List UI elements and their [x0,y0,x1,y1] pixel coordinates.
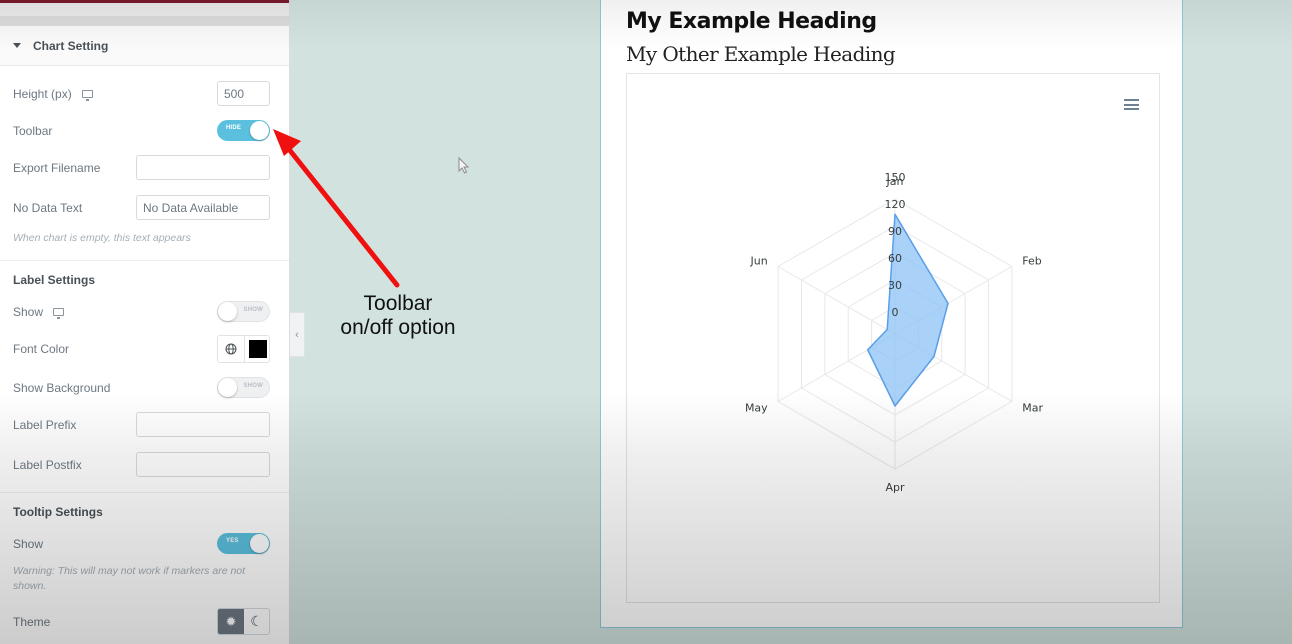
preview-card: My Example Heading My Other Example Head… [600,0,1183,628]
grid-spoke [777,266,896,335]
category-label: Jan [886,175,904,188]
mouse-cursor-icon [458,157,470,174]
category-label: Feb [1022,255,1041,268]
arrow-head [273,129,301,156]
annotation-line-2: on/off option [340,316,456,339]
y-tick-label: 120 [885,198,906,211]
series-area [866,213,949,407]
category-label: Mar [1022,402,1043,415]
category-label: Jun [750,255,768,268]
annotation-line-1: Toolbar [363,292,433,315]
other-example-heading: My Other Example Heading [626,42,896,66]
arrow-shaft [285,145,400,288]
hamburger-menu-icon[interactable] [1124,99,1139,110]
y-tick-label: 60 [888,252,902,265]
category-label: May [745,402,768,415]
annotation-text: Toolbar on/off option [318,292,478,340]
radar-chart: 0 30 60 90 120 150 Jan Feb Mar Apr May Jun [626,73,1160,603]
y-tick-label: 30 [888,279,902,292]
radar-chart-svg: 0306090120150JanFebMarAprMayJun [745,171,1044,494]
y-tick-label: 0 [892,306,899,319]
example-heading: My Example Heading [626,9,877,34]
y-tick-label: 90 [888,225,902,238]
category-label: Apr [885,481,905,494]
